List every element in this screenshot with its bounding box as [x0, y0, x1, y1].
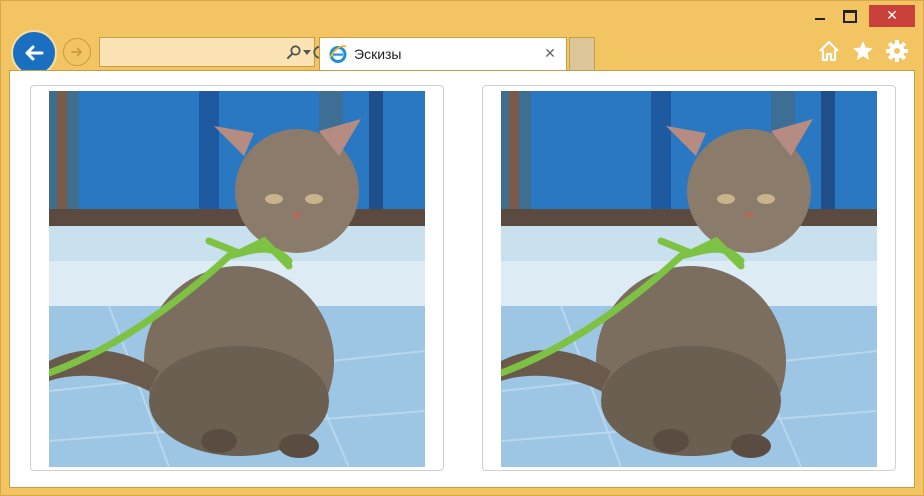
browser-window: ✕ Эскизы ✕ — [0, 0, 924, 496]
forward-arrow-icon — [71, 47, 82, 57]
search-button[interactable] — [286, 41, 302, 63]
thumbnail[interactable] — [482, 85, 896, 471]
tab-close-icon[interactable]: ✕ — [540, 46, 560, 62]
home-icon — [819, 40, 839, 62]
settings-button[interactable] — [885, 39, 909, 63]
close-icon: ✕ — [886, 8, 898, 24]
kitten-image — [49, 91, 425, 467]
address-input[interactable] — [106, 40, 286, 64]
toolbar-right — [817, 39, 909, 63]
maximize-button[interactable] — [835, 5, 865, 27]
maximize-icon — [843, 9, 857, 23]
forward-button[interactable] — [63, 38, 91, 66]
thumbnail[interactable] — [30, 85, 444, 471]
caption-buttons: ✕ — [805, 5, 915, 27]
search-icon — [287, 45, 301, 59]
address-bar[interactable] — [99, 37, 326, 67]
address-dropdown-button[interactable] — [302, 41, 312, 63]
new-tab-button[interactable] — [569, 37, 595, 70]
minimize-icon — [815, 18, 825, 20]
close-window-button[interactable]: ✕ — [869, 5, 915, 27]
kitten-image — [501, 91, 877, 467]
back-arrow-icon — [25, 45, 44, 61]
chevron-down-icon — [303, 50, 311, 55]
ie-logo-icon — [329, 45, 347, 63]
settings-gear-icon — [886, 40, 908, 62]
tab-title: Эскизы — [354, 46, 402, 62]
page-content — [9, 70, 915, 488]
favorites-star-icon — [853, 41, 873, 60]
minimize-button[interactable] — [805, 5, 835, 27]
favorites-button[interactable] — [851, 39, 875, 63]
home-button[interactable] — [817, 39, 841, 63]
tab-active[interactable]: Эскизы ✕ — [319, 37, 567, 70]
